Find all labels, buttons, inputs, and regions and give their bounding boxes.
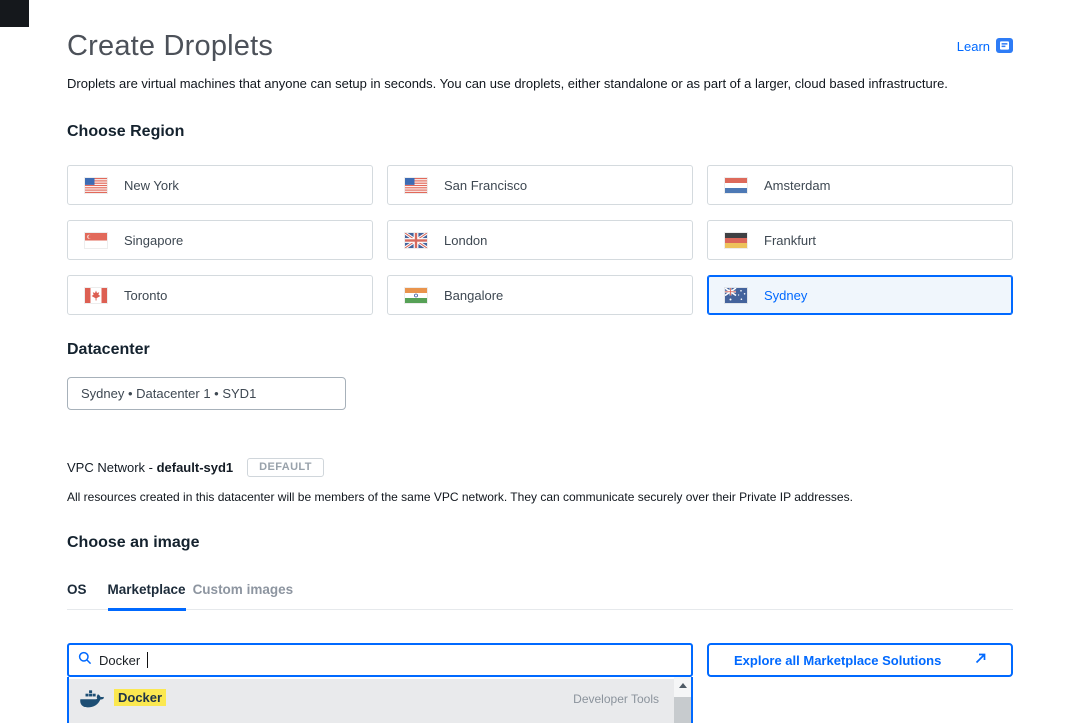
image-source-tabs: OS Marketplace Custom images bbox=[67, 582, 1013, 610]
page-subtitle: Droplets are virtual machines that anyon… bbox=[67, 76, 1013, 91]
main-content: Create Droplets Learn Droplets are virtu… bbox=[0, 0, 1073, 723]
tab-custom-images[interactable]: Custom images bbox=[193, 582, 294, 609]
region-card-singapore[interactable]: Singapore bbox=[67, 220, 373, 260]
docker-whale-icon bbox=[80, 689, 104, 722]
learn-link-label: Learn bbox=[957, 39, 990, 54]
marketplace-search-row: Docker Explore all Marketplace Solutions bbox=[67, 643, 1013, 677]
region-card-new-york[interactable]: New York bbox=[67, 165, 373, 205]
external-link-arrow-icon bbox=[975, 651, 986, 669]
search-results-dropdown: Docker Developer Tools An open platform … bbox=[67, 677, 693, 723]
region-card-toronto[interactable]: Toronto bbox=[67, 275, 373, 315]
region-card-amsterdam[interactable]: Amsterdam bbox=[707, 165, 1013, 205]
dropdown-scrollbar[interactable] bbox=[674, 677, 691, 723]
result-item-docker[interactable]: Docker Developer Tools An open platform … bbox=[69, 679, 674, 723]
create-droplets-page: Create Droplets Learn Droplets are virtu… bbox=[0, 0, 1073, 723]
result-header: Docker Developer Tools bbox=[114, 689, 659, 722]
region-card-bangalore[interactable]: Bangalore bbox=[387, 275, 693, 315]
explore-button-label: Explore all Marketplace Solutions bbox=[734, 653, 941, 668]
vpc-network-label: VPC Network - default-syd1 bbox=[67, 460, 233, 475]
choose-image-heading: Choose an image bbox=[67, 534, 1013, 552]
region-label: San Francisco bbox=[444, 178, 527, 193]
region-grid: New York San Francisco Amsterdam Singa bbox=[67, 165, 1013, 315]
region-label: London bbox=[444, 233, 487, 248]
tutorial-icon bbox=[996, 38, 1013, 56]
learn-link[interactable]: Learn bbox=[957, 38, 1013, 56]
datacenter-selected-value: Sydney • Datacenter 1 • SYD1 bbox=[81, 386, 256, 401]
region-label: Bangalore bbox=[444, 288, 503, 303]
page-title: Create Droplets bbox=[67, 30, 273, 63]
region-label: Singapore bbox=[124, 233, 183, 248]
singapore-flag-icon bbox=[85, 233, 107, 248]
top-left-dark-block bbox=[0, 0, 29, 27]
search-icon bbox=[78, 651, 92, 670]
region-label: New York bbox=[124, 178, 179, 193]
canada-flag-icon bbox=[85, 288, 107, 303]
region-label: Sydney bbox=[764, 288, 807, 303]
region-label: Toronto bbox=[124, 288, 167, 303]
uk-flag-icon bbox=[405, 233, 427, 248]
region-card-sydney[interactable]: Sydney bbox=[707, 275, 1013, 315]
tab-os[interactable]: OS bbox=[67, 582, 87, 609]
choose-region-heading: Choose Region bbox=[67, 123, 1013, 141]
vpc-network-name: default-syd1 bbox=[157, 460, 234, 475]
datacenter-heading: Datacenter bbox=[67, 341, 1013, 359]
region-label: Frankfurt bbox=[764, 233, 816, 248]
scrollbar-up-arrow[interactable] bbox=[674, 677, 691, 694]
search-input-value: Docker bbox=[99, 653, 140, 668]
page-header: Create Droplets Learn bbox=[67, 30, 1013, 63]
netherlands-flag-icon bbox=[725, 178, 747, 193]
region-card-london[interactable]: London bbox=[387, 220, 693, 260]
tab-marketplace[interactable]: Marketplace bbox=[108, 582, 186, 611]
default-badge: DEFAULT bbox=[247, 458, 324, 477]
us-flag-icon bbox=[85, 178, 107, 193]
us-flag-icon bbox=[405, 178, 427, 193]
text-caret bbox=[147, 652, 148, 668]
result-category: Developer Tools bbox=[573, 692, 659, 706]
result-name-highlighted: Docker bbox=[114, 689, 166, 706]
explore-marketplace-button[interactable]: Explore all Marketplace Solutions bbox=[707, 643, 1013, 677]
region-card-frankfurt[interactable]: Frankfurt bbox=[707, 220, 1013, 260]
datacenter-select[interactable]: Sydney • Datacenter 1 • SYD1 bbox=[67, 377, 346, 410]
marketplace-search-input[interactable]: Docker bbox=[67, 643, 693, 677]
vpc-description: All resources created in this datacenter… bbox=[67, 490, 1013, 504]
germany-flag-icon bbox=[725, 233, 747, 248]
vpc-network-row: VPC Network - default-syd1 DEFAULT bbox=[67, 458, 1013, 477]
scrollbar-thumb[interactable] bbox=[674, 697, 691, 723]
india-flag-icon bbox=[405, 288, 427, 303]
australia-flag-icon bbox=[725, 288, 747, 303]
region-card-san-francisco[interactable]: San Francisco bbox=[387, 165, 693, 205]
region-label: Amsterdam bbox=[764, 178, 830, 193]
